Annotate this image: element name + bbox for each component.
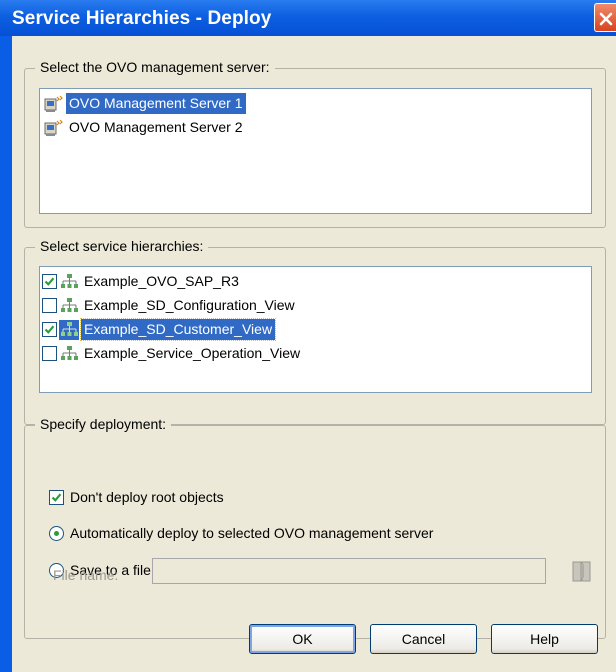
server-item-1[interactable]: OVO Management Server 1 bbox=[42, 92, 246, 115]
server-icon bbox=[44, 95, 63, 112]
hierarchy-icon bbox=[61, 297, 78, 312]
deployment-group-legend: Specify deployment: bbox=[35, 416, 172, 432]
ok-button[interactable]: OK bbox=[249, 624, 356, 654]
title-bar[interactable]: Service Hierarchies - Deploy bbox=[0, 0, 616, 36]
window-title: Service Hierarchies - Deploy bbox=[12, 8, 272, 29]
hierarchy-checkbox[interactable] bbox=[42, 274, 57, 289]
checkmark-icon bbox=[44, 277, 55, 286]
auto-deploy-option[interactable]: Automatically deploy to selected OVO man… bbox=[49, 525, 433, 541]
dialog-body: Select the OVO management server: OVO Ma… bbox=[12, 36, 616, 672]
auto-deploy-label: Automatically deploy to selected OVO man… bbox=[70, 525, 434, 541]
hierarchy-listbox[interactable]: Example_OVO_SAP_R3 Example_SD_Configurat… bbox=[39, 266, 592, 393]
dont-deploy-root-checkbox[interactable] bbox=[49, 489, 64, 505]
file-name-input[interactable] bbox=[152, 558, 546, 584]
checkmark-icon bbox=[51, 492, 62, 502]
hierarchy-checkbox[interactable] bbox=[42, 298, 57, 313]
hierarchy-item-label: Example_OVO_SAP_R3 bbox=[84, 273, 239, 289]
server-icon bbox=[44, 119, 63, 136]
hierarchy-item-label: Example_SD_Customer_View bbox=[79, 318, 277, 341]
auto-deploy-radio[interactable] bbox=[49, 525, 64, 541]
close-button[interactable] bbox=[594, 3, 616, 32]
deployment-group: Specify deployment: Don't deploy root ob… bbox=[24, 416, 606, 639]
browse-icon[interactable] bbox=[565, 558, 599, 585]
close-icon bbox=[599, 12, 613, 26]
server-group-legend: Select the OVO management server: bbox=[35, 59, 275, 75]
hierarchy-checkbox[interactable] bbox=[42, 322, 57, 337]
hierarchy-item[interactable]: Example_SD_Customer_View bbox=[42, 318, 277, 341]
server-listbox[interactable]: OVO Management Server 1 OVO Management S… bbox=[39, 88, 592, 214]
hierarchy-checkbox[interactable] bbox=[42, 346, 57, 361]
server-item-label: OVO Management Server 1 bbox=[66, 93, 246, 114]
hierarchy-item[interactable]: Example_Service_Operation_View bbox=[42, 342, 303, 365]
hierarchy-icon bbox=[61, 345, 78, 360]
cancel-button[interactable]: Cancel bbox=[370, 624, 477, 654]
hierarchy-item-label: Example_SD_Configuration_View bbox=[84, 297, 295, 313]
checkmark-icon bbox=[44, 325, 55, 334]
server-item-2[interactable]: OVO Management Server 2 bbox=[42, 116, 246, 139]
server-item-label: OVO Management Server 2 bbox=[69, 119, 243, 135]
dont-deploy-root-label: Don't deploy root objects bbox=[70, 489, 224, 505]
hierarchy-item[interactable]: Example_OVO_SAP_R3 bbox=[42, 270, 242, 293]
hierarchy-group-legend: Select service hierarchies: bbox=[35, 238, 209, 254]
hierarchy-group: Select service hierarchies: Example_OVO_… bbox=[24, 238, 606, 425]
hierarchy-item-label: Example_Service_Operation_View bbox=[84, 345, 301, 361]
dialog-window: Service Hierarchies - Deploy Select the … bbox=[0, 0, 616, 672]
help-button[interactable]: Help bbox=[491, 624, 598, 654]
server-group: Select the OVO management server: OVO Ma… bbox=[24, 59, 606, 228]
hierarchy-item[interactable]: Example_SD_Configuration_View bbox=[42, 294, 298, 317]
hierarchy-icon bbox=[61, 273, 78, 288]
hierarchy-icon bbox=[59, 319, 79, 340]
dont-deploy-root-option[interactable]: Don't deploy root objects bbox=[49, 489, 224, 505]
file-name-label: File name: bbox=[53, 567, 119, 583]
